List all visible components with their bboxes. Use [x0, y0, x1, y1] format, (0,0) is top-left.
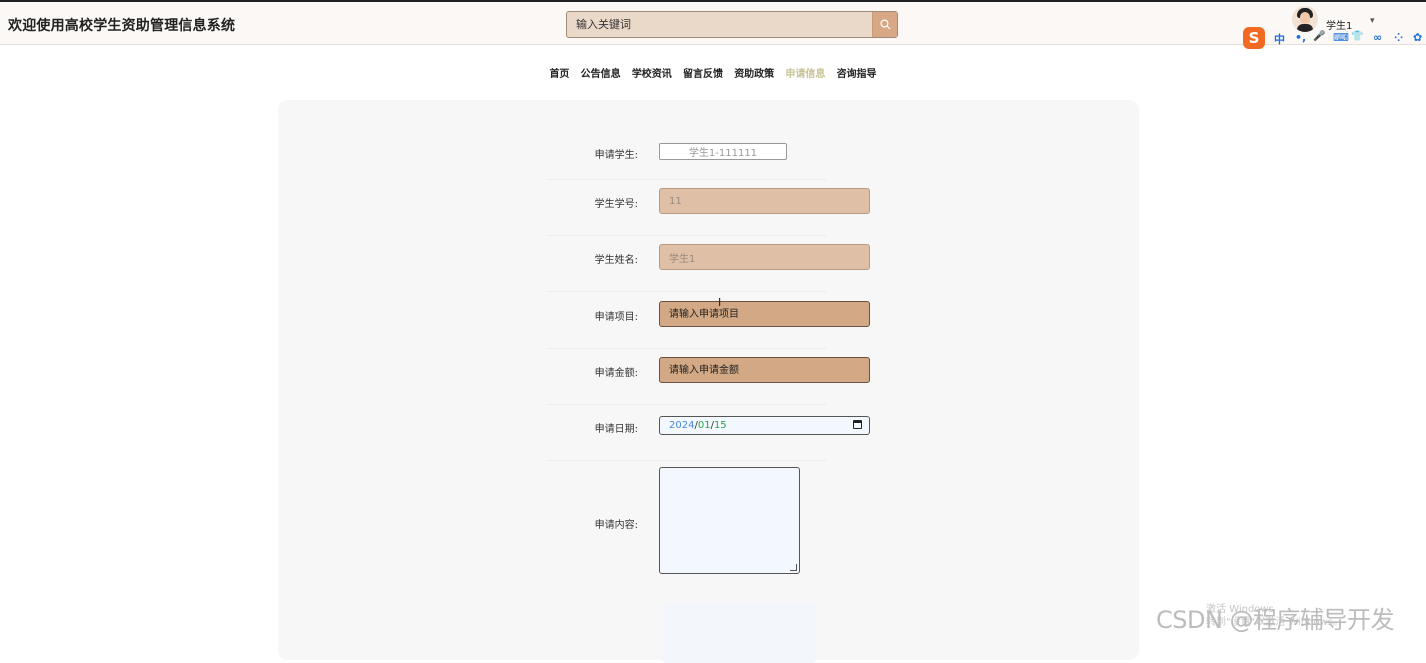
- ime-assistant-icon[interactable]: ∞: [1373, 31, 1382, 44]
- search-input[interactable]: [567, 12, 871, 37]
- divider: [548, 404, 826, 405]
- nav-aid-policy[interactable]: 资助政策: [734, 65, 774, 80]
- divider: [548, 179, 826, 180]
- main-nav: 首页 公告信息 学校资讯 留言反馈 资助政策 申请信息 咨询指导: [0, 65, 1426, 80]
- content-label: 申请内容:: [594, 520, 638, 531]
- chevron-down-icon: ▾: [1370, 16, 1375, 26]
- student-label: 申请学生:: [594, 150, 638, 161]
- date-label: 申请日期:: [594, 424, 638, 435]
- nav-announcements[interactable]: 公告信息: [581, 65, 621, 80]
- microphone-icon[interactable]: 🎤: [1313, 31, 1325, 42]
- divider: [548, 460, 826, 461]
- ime-toolbar: S 中 •, 🎤 ⌨ 👕 ∞ ⁘ ✿: [1243, 27, 1426, 49]
- search-button[interactable]: [872, 12, 897, 37]
- divider: [548, 348, 826, 349]
- student-name-label: 学生姓名:: [594, 255, 638, 266]
- nav-consulting[interactable]: 咨询指导: [837, 65, 877, 80]
- student-number-field[interactable]: [659, 188, 870, 214]
- submit-button-area[interactable]: [662, 603, 817, 663]
- nav-home[interactable]: 首页: [549, 65, 569, 80]
- ime-punctuation-icon[interactable]: •,: [1295, 31, 1306, 44]
- amount-label: 申请金额:: [594, 368, 638, 379]
- date-input[interactable]: 2024/01/15: [659, 416, 870, 435]
- resize-handle-icon[interactable]: [790, 564, 797, 571]
- nav-school-news[interactable]: 学校资讯: [632, 65, 672, 80]
- project-input[interactable]: [659, 301, 870, 327]
- toolbox-icon[interactable]: ⁘: [1394, 31, 1403, 44]
- top-header: 欢迎使用高校学生资助管理信息系统 学生1 ▾: [0, 0, 1426, 45]
- text-cursor-icon: Ⅰ: [718, 296, 722, 309]
- nav-applications[interactable]: 申请信息: [785, 65, 825, 80]
- student-number-label: 学生学号:: [594, 199, 638, 210]
- student-name-field[interactable]: [659, 244, 870, 270]
- search-icon: [880, 19, 891, 30]
- keyboard-icon[interactable]: ⌨: [1333, 31, 1349, 44]
- divider: [548, 291, 826, 292]
- application-form-panel: 申请学生: 学生学号: 学生姓名: 申请项目: 申请金额: 申请日期: 2024…: [278, 100, 1139, 663]
- settings-icon[interactable]: ✿: [1413, 31, 1422, 44]
- sogou-logo-icon[interactable]: S: [1243, 27, 1265, 49]
- nav-feedback[interactable]: 留言反馈: [683, 65, 723, 80]
- skin-icon[interactable]: 👕: [1351, 31, 1363, 42]
- content-textarea[interactable]: [659, 467, 800, 574]
- calendar-icon[interactable]: [853, 420, 862, 429]
- student-select-field[interactable]: [659, 143, 787, 160]
- csdn-watermark: CSDN @程序辅导开发: [1156, 606, 1395, 634]
- site-title: 欢迎使用高校学生资助管理信息系统: [8, 18, 236, 34]
- search-box: [566, 11, 898, 38]
- divider: [548, 235, 826, 236]
- date-value: 2024/01/15: [669, 420, 727, 431]
- project-label: 申请项目:: [594, 312, 638, 323]
- amount-input[interactable]: [659, 357, 870, 383]
- ime-chinese-mode[interactable]: 中: [1274, 31, 1285, 47]
